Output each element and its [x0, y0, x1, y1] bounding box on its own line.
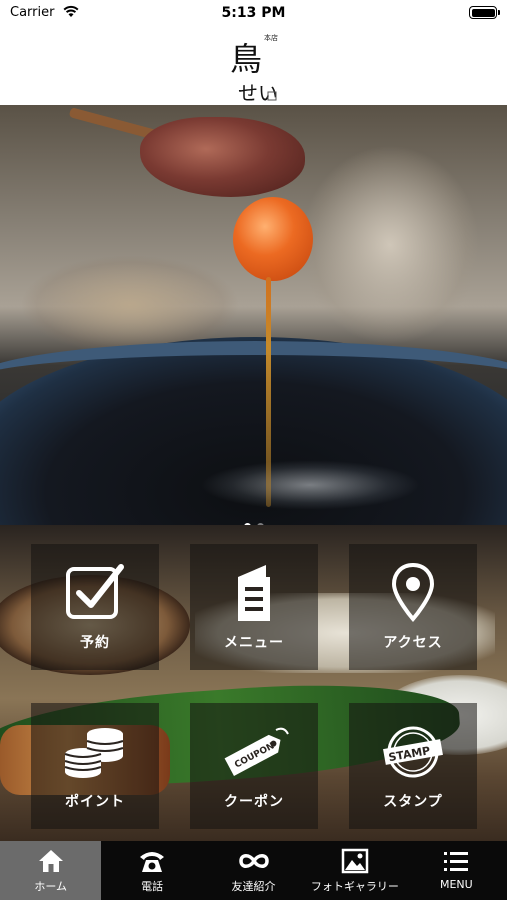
battery-icon	[469, 6, 500, 19]
yakitori-meat	[140, 117, 305, 197]
access-label: アクセス	[383, 635, 443, 651]
stamp-label: スタンプ	[383, 794, 443, 810]
photo-gallery-icon	[341, 848, 369, 874]
egg-yolk	[233, 197, 313, 281]
svg-text:鳥: 鳥	[230, 40, 262, 78]
menu-grid: 予約 メニュー アクセス ポイント COUPON クーポン STAMP スタンプ	[0, 540, 507, 830]
stamp-icon: STAMP	[383, 726, 443, 778]
store-logo[interactable]: 本店 鳥 せい	[224, 30, 280, 105]
tab-photo-gallery-label: フォトギャラリー	[310, 880, 399, 893]
tab-refer-friend-label: 友達紹介	[231, 880, 276, 893]
status-bar: Carrier 5:13 PM	[0, 0, 507, 26]
location-pin-icon	[391, 563, 435, 623]
coupon-label: クーポン	[224, 794, 284, 810]
infinity-icon	[238, 854, 269, 868]
tab-phone[interactable]: 電話	[101, 841, 202, 900]
tab-home-label: ホーム	[34, 880, 68, 893]
tab-home[interactable]: ホーム	[0, 841, 102, 900]
access-button[interactable]: アクセス	[349, 544, 477, 670]
coupon-button[interactable]: COUPON クーポン	[190, 703, 318, 829]
stamp-button[interactable]: STAMP スタンプ	[349, 703, 477, 829]
sauce-drip	[266, 277, 271, 507]
checkbox-icon	[66, 564, 124, 619]
clock: 5:13 PM	[221, 5, 286, 21]
tab-menu-label: MENU	[439, 878, 473, 891]
menu-label: メニュー	[224, 635, 284, 651]
points-button[interactable]: ポイント	[31, 703, 159, 829]
menu-book-icon	[238, 565, 270, 621]
home-icon	[38, 850, 63, 872]
tab-photo-gallery[interactable]: フォトギャラリー	[304, 841, 405, 900]
phone-icon	[140, 852, 165, 872]
logo-calligraphy: 本店 鳥 せい	[230, 33, 278, 105]
menu-button[interactable]: メニュー	[190, 544, 318, 670]
coins-icon	[64, 728, 124, 778]
reservation-label: 予約	[80, 635, 110, 651]
reservation-button[interactable]: 予約	[31, 544, 159, 670]
svg-text:本店: 本店	[264, 33, 278, 42]
tab-refer-friend[interactable]: 友達紹介	[203, 841, 304, 900]
hamburger-icon	[444, 852, 469, 871]
points-label: ポイント	[65, 794, 125, 810]
bottom-tab-bar: ホーム 電話 友達紹介 フォトギャラリー MENU	[0, 841, 507, 900]
app-header: 本店 鳥 せい	[0, 26, 507, 106]
tab-phone-label: 電話	[141, 880, 164, 893]
coupon-icon: COUPON	[224, 727, 289, 776]
hero-image-yakitori-egg-pot[interactable]	[0, 105, 507, 525]
tab-menu[interactable]: MENU	[406, 841, 507, 900]
